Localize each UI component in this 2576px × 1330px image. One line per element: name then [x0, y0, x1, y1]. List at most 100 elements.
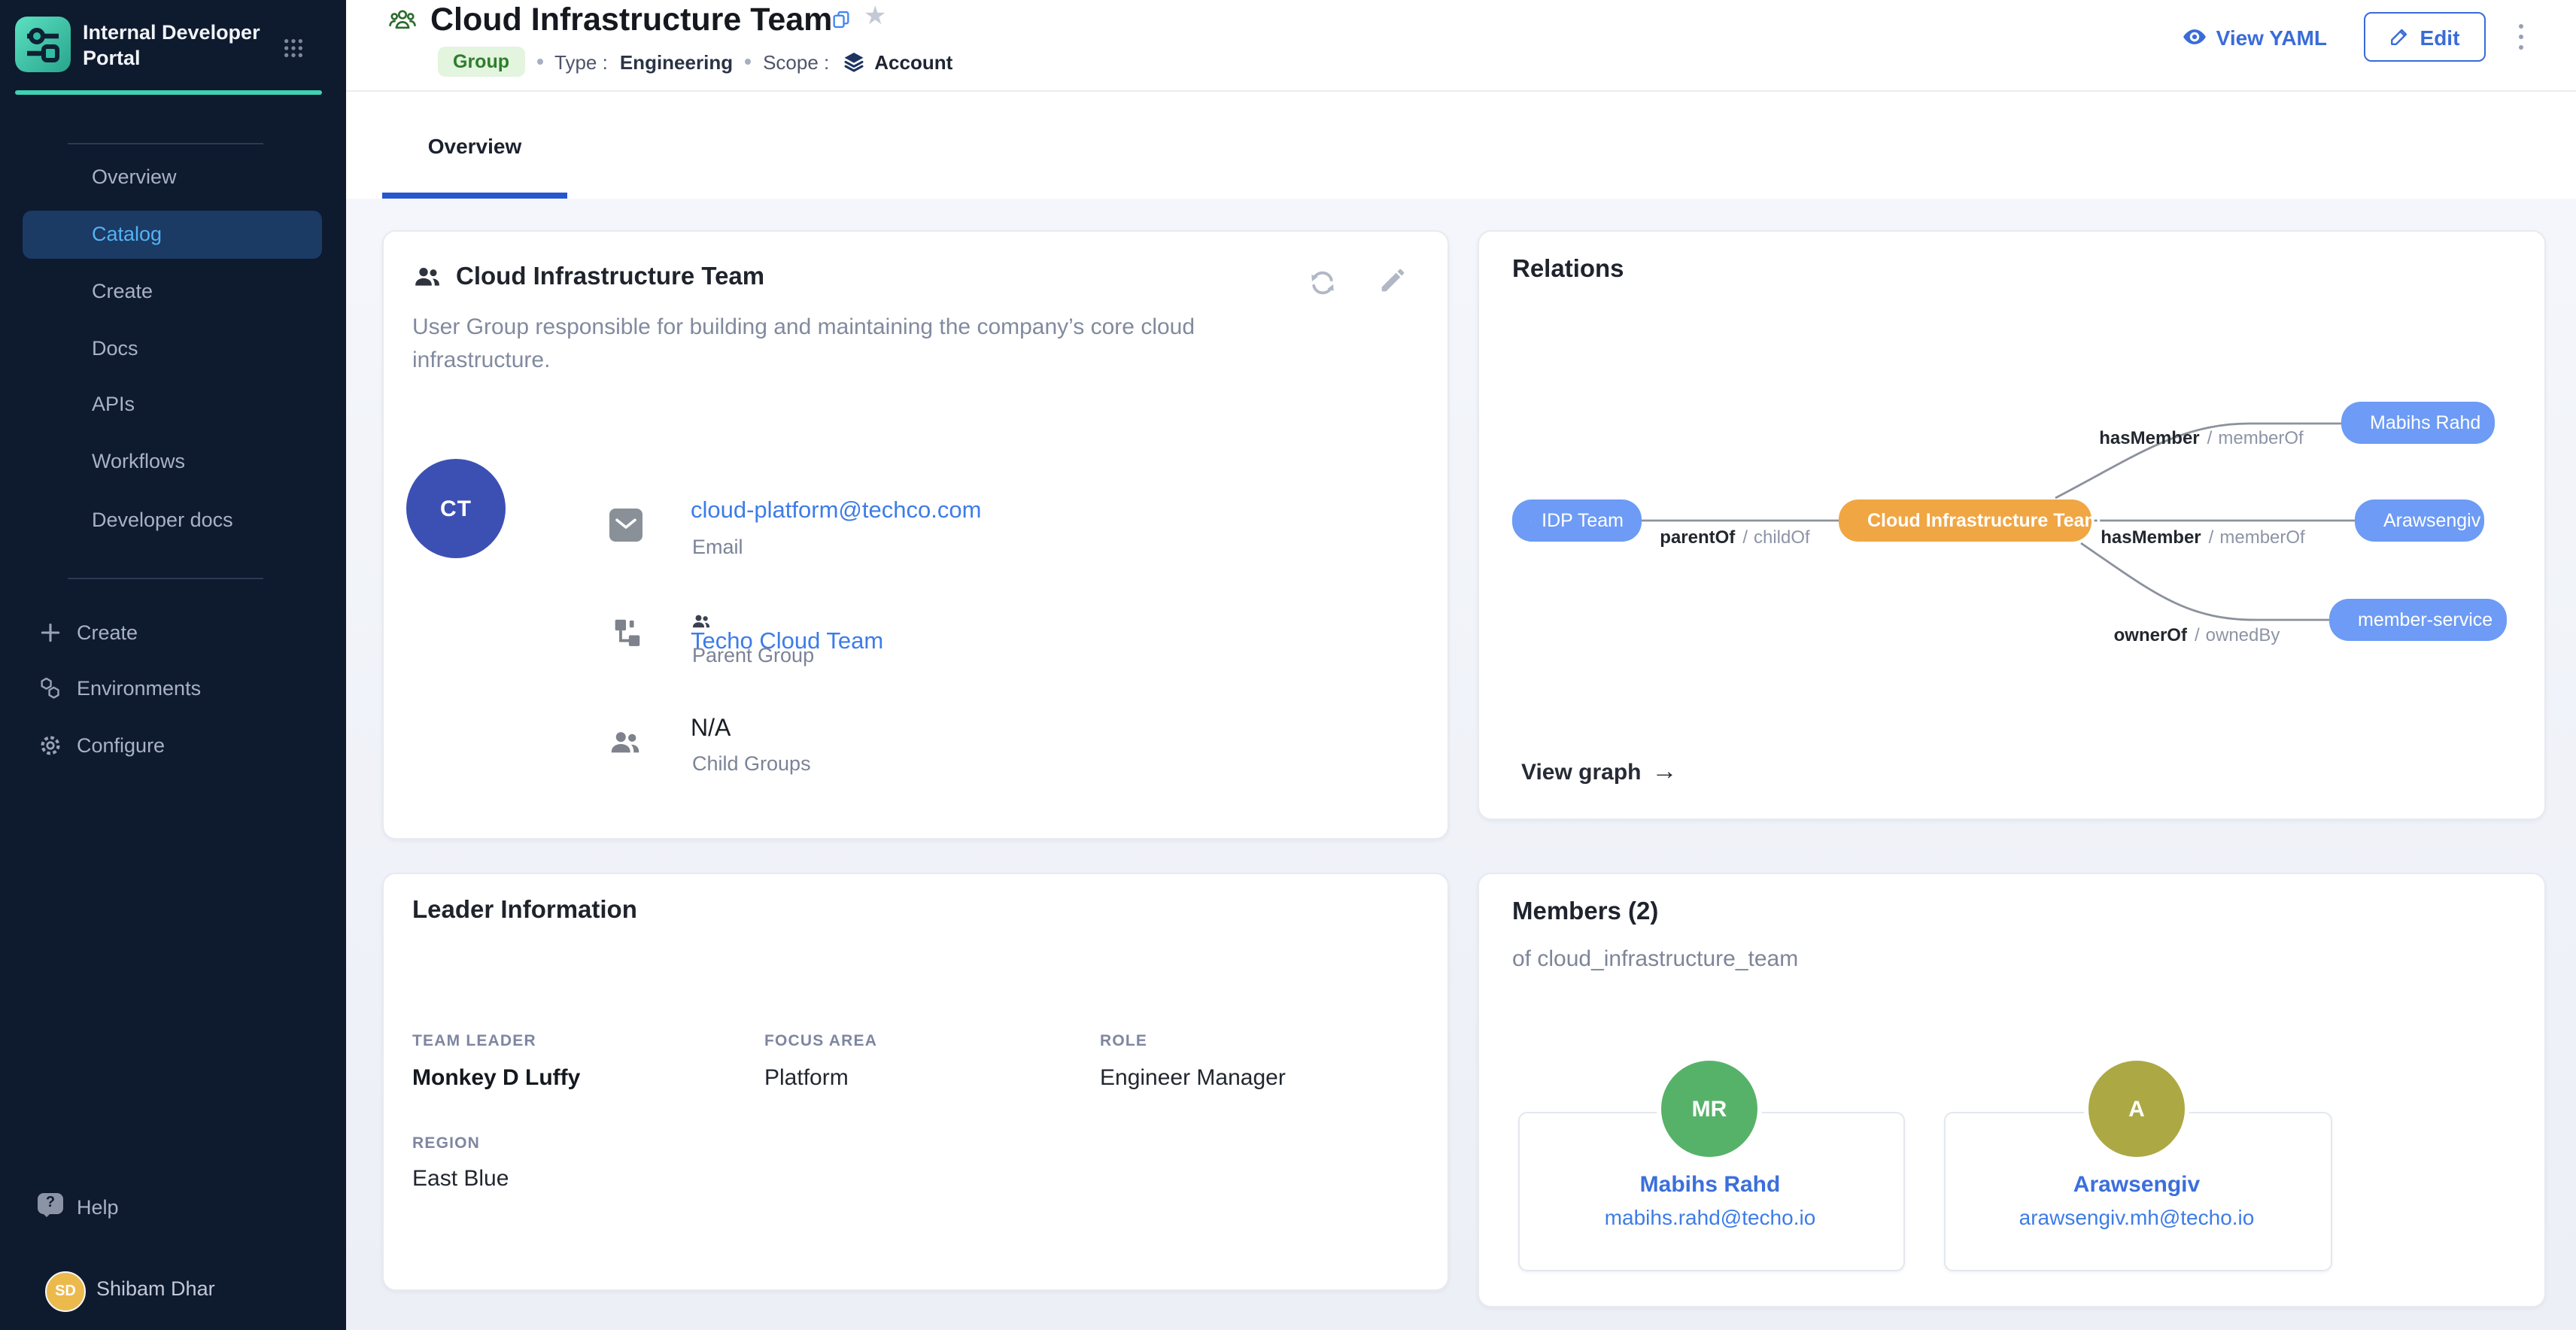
email-label: Email [692, 536, 743, 558]
region-label: REGION [412, 1134, 480, 1152]
edit-button[interactable]: Edit [2363, 12, 2485, 62]
role-label: ROLE [1100, 1032, 1147, 1050]
tab-active-indicator [382, 193, 567, 199]
sidebar-item-environments[interactable]: Environments [77, 674, 201, 704]
graph-node-idp-team[interactable]: IDP Team [1512, 500, 1642, 542]
sidebar-item-docs[interactable]: Docs [92, 334, 138, 364]
pencil-icon [2389, 26, 2411, 48]
sidebar-item-apis[interactable]: APIs [92, 390, 135, 420]
focus-area-label: FOCUS AREA [764, 1032, 877, 1050]
sidebar-item-create[interactable]: Create [92, 277, 153, 307]
team-avatar: CT [406, 459, 506, 558]
plus-icon [38, 620, 63, 645]
refresh-icon[interactable] [1306, 266, 1339, 299]
sidebar: Internal Developer Portal Overview Catal… [0, 0, 346, 1330]
edge-label-hasmember-top: hasMember/memberOf [2099, 427, 2303, 448]
team-email-link[interactable]: cloud-platform@techco.com [691, 498, 981, 525]
copy-icon[interactable] [831, 9, 852, 30]
layers-icon [841, 49, 867, 74]
sidebar-item-overview[interactable]: Overview [92, 162, 177, 193]
members-subtitle: of cloud_infrastructure_team [1512, 946, 1798, 972]
gear-icon [38, 733, 63, 758]
more-options-icon[interactable] [2515, 21, 2526, 53]
team-card-title: Cloud Infrastructure Team [456, 263, 764, 292]
sidebar-item-workflows[interactable]: Workflows [92, 447, 185, 477]
edge-label-hasmember-mid: hasMember/memberOf [2101, 527, 2304, 548]
entity-meta-row: Group Type : Engineering Scope : Account [438, 45, 952, 78]
arrow-right-icon: → [1652, 757, 1678, 787]
graph-node-arawsengiv[interactable]: Arawsengiv [2355, 500, 2484, 542]
view-graph-link[interactable]: View graph → [1521, 757, 1678, 787]
brand-accent-bar [15, 90, 322, 95]
page-title: Cloud Infrastructure Team [430, 0, 832, 41]
sidebar-active-highlight [23, 211, 322, 259]
edge-label-ownerof: ownerOf/ownedBy [2114, 624, 2280, 645]
group-icon [1530, 511, 1531, 530]
group-icon [608, 725, 642, 760]
dot-separator [536, 59, 542, 65]
team-description: User Group responsible for building and … [412, 311, 1285, 378]
view-yaml-label: View YAML [2216, 25, 2327, 49]
graph-node-label: Arawsengiv [2383, 510, 2480, 531]
graph-node-label: Mabihs Rahd [2370, 412, 2480, 433]
team-leader-label: TEAM LEADER [412, 1032, 536, 1050]
type-label: Type : [554, 50, 608, 73]
user-name[interactable]: Shibam Dhar [96, 1277, 215, 1300]
app-switcher-icon[interactable] [281, 36, 305, 60]
email-icon [609, 509, 642, 542]
focus-area-value: Platform [764, 1065, 849, 1091]
sidebar-item-catalog[interactable]: Catalog [92, 220, 162, 250]
sidebar-item-developer-docs[interactable]: Developer docs [92, 506, 233, 536]
members-card-title: Members (2) [1512, 898, 1658, 927]
graph-node-mabihs-rahd[interactable]: Mabihs Rahd [2341, 402, 2495, 444]
help-icon: ? [38, 1193, 63, 1214]
region-value: East Blue [412, 1166, 509, 1192]
scope-label: Scope : [763, 50, 829, 73]
kind-badge: Group [438, 47, 524, 77]
member-name-link[interactable]: Arawsengiv [1944, 1172, 2329, 1198]
brand-title: Internal Developer Portal [83, 20, 263, 71]
parent-group-label: Parent Group [692, 644, 814, 667]
tab-overview-label: Overview [428, 134, 522, 158]
sidebar-item-create-secondary[interactable]: Create [77, 618, 138, 648]
sidebar-divider [68, 578, 263, 579]
team-info-card: Cloud Infrastructure Team User Group res… [382, 230, 1449, 840]
hierarchy-icon [609, 615, 644, 650]
eye-icon [2182, 24, 2207, 50]
group-icon [388, 6, 417, 35]
graph-node-cloud-infrastructure-team[interactable]: Cloud Infrastructure Team [1839, 500, 2091, 542]
group-icon [412, 262, 442, 292]
graph-node-label: IDP Team [1542, 510, 1624, 531]
child-groups-label: Child Groups [692, 752, 811, 775]
header-actions: View YAML Edit [2182, 12, 2526, 62]
child-groups-value: N/A [691, 716, 731, 743]
member-email-link[interactable]: arawsengiv.mh@techo.io [1944, 1205, 2329, 1229]
brand-title-line2: Portal [83, 45, 263, 71]
member-name-link[interactable]: Mabihs Rahd [1518, 1172, 1902, 1198]
role-value: Engineer Manager [1100, 1065, 1286, 1091]
relations-card: Relations IDP Team Cloud Infrastructure … [1478, 230, 2546, 820]
graph-node-member-service[interactable]: member-service [2329, 599, 2507, 641]
member-avatar: A [2088, 1061, 2185, 1157]
view-yaml-link[interactable]: View YAML [2182, 24, 2327, 50]
graph-node-label: Cloud Infrastructure Team [1867, 510, 2101, 531]
page-header: Cloud Infrastructure Team ★ Group Type :… [346, 0, 2576, 92]
sidebar-item-configure[interactable]: Configure [77, 731, 165, 761]
content-area: Cloud Infrastructure Team User Group res… [346, 199, 2576, 1330]
edge-label-parentof: parentOf/childOf [1660, 527, 1809, 548]
member-email-link[interactable]: mabihs.rahd@techo.io [1518, 1205, 1902, 1229]
dot-separator [745, 59, 751, 65]
team-leader-value: Monkey D Luffy [412, 1065, 580, 1091]
star-icon[interactable]: ★ [864, 2, 887, 32]
hexagons-icon [38, 676, 63, 701]
leader-card-title: Leader Information [412, 897, 637, 925]
sidebar-item-help[interactable]: Help [77, 1193, 119, 1223]
graph-node-label: member-service [2358, 609, 2492, 630]
view-graph-label: View graph [1521, 759, 1642, 785]
tab-bar: Overview [346, 92, 2576, 199]
user-avatar[interactable]: SD [45, 1271, 86, 1312]
tab-overview[interactable]: Overview [382, 92, 567, 199]
scope-value: Account [874, 50, 952, 73]
app-logo-icon[interactable] [15, 17, 71, 72]
edit-pencil-icon[interactable] [1377, 266, 1407, 296]
